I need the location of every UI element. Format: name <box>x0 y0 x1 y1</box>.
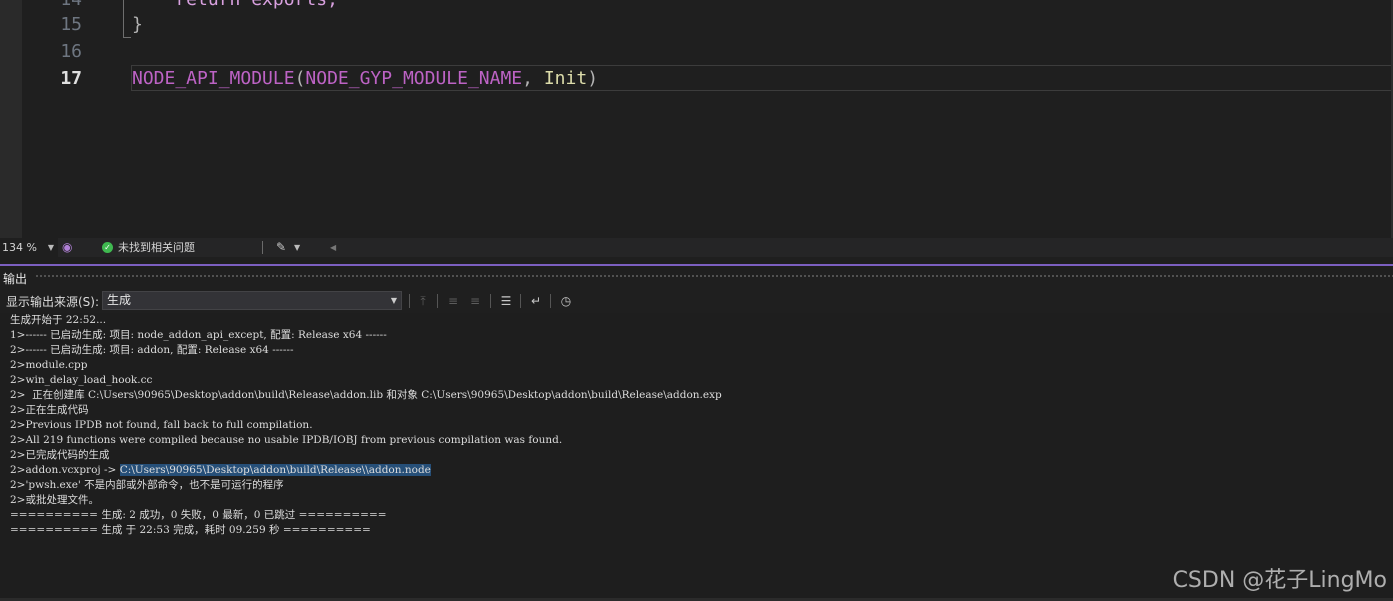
drag-grip[interactable] <box>35 274 1393 279</box>
selected-path[interactable]: C:\Users\90965\Desktop\addon\build\Relea… <box>119 464 431 476</box>
output-line: 生成开始于 22:52... <box>10 314 107 326</box>
output-line: 2>正在生成代码 <box>10 404 89 416</box>
output-line: 2>------ 已启动生成: 项目: addon, 配置: Release x… <box>10 344 294 356</box>
output-line: 2>已完成代码的生成 <box>10 449 110 461</box>
separator <box>550 294 551 308</box>
chevron-down-icon[interactable]: ▼ <box>294 238 300 257</box>
source-value: 生成 <box>107 293 132 307</box>
paren-open: ( <box>294 68 306 89</box>
comma: , <box>522 68 544 89</box>
line-number: 16 <box>60 41 82 62</box>
next-message-icon[interactable]: ≡ <box>466 292 484 310</box>
separator <box>490 294 491 308</box>
output-line: 2>addon.vcxproj -> C:\Users\90965\Deskto… <box>10 463 431 478</box>
output-line: 2>或批处理文件。 <box>10 494 99 506</box>
source-label: 显示输出来源(S): <box>6 295 100 309</box>
scroll-left-icon[interactable]: ◀ <box>330 238 336 257</box>
output-line: 2>module.cpp <box>10 359 88 371</box>
paren-close: ) <box>587 68 599 89</box>
output-line: 2>'pwsh.exe' 不是内部或外部命令，也不是可运行的程序 <box>10 479 284 491</box>
zoom-value: 134 % <box>2 241 37 254</box>
separator <box>262 241 263 254</box>
chevron-down-icon: ▼ <box>47 243 54 252</box>
check-circle-icon: ✓ <box>102 242 113 253</box>
find-message-icon[interactable]: ⤒ <box>414 292 432 310</box>
output-line: 2>win_delay_load_hook.cc <box>10 374 153 386</box>
issues-status[interactable]: 未找到相关问题 <box>118 238 195 257</box>
code-text: NODE_API_MODULE(NODE_GYP_MODULE_NAME, In… <box>132 65 598 92</box>
separator <box>409 294 410 308</box>
macro-arg: NODE_GYP_MODULE_NAME <box>305 68 523 89</box>
output-line: 2>All 219 functions were compiled becaus… <box>10 434 563 446</box>
code-editor[interactable]: 14 return exports; 15 } 16 17 NODE_API_M… <box>0 0 1393 238</box>
code-line-16[interactable]: 16 <box>0 38 1393 65</box>
output-source-select[interactable]: 生成 ▼ <box>102 291 402 310</box>
chevron-down-icon: ▼ <box>390 296 397 305</box>
word-wrap-icon[interactable]: ↵ <box>527 292 545 310</box>
separator <box>520 294 521 308</box>
editor-status-bar: 134 % ▼ ◉ ✓ 未找到相关问题 ✎ ▼ ◀ <box>0 238 1393 257</box>
line-number: 15 <box>60 14 82 35</box>
code-line-17[interactable]: 17 NODE_API_MODULE(NODE_GYP_MODULE_NAME,… <box>0 65 1393 92</box>
output-panel-header[interactable]: 输出 <box>0 266 1393 288</box>
output-toolbar: 显示输出来源(S): 生成 ▼ ⤒ ≡ ≡ ☰ ↵ ◷ <box>0 290 1393 312</box>
output-line: 1>------ 已启动生成: 项目: node_addon_api_excep… <box>10 329 387 341</box>
output-line: ========== 生成: 2 成功，0 失败，0 最新，0 已跳过 ====… <box>10 509 387 521</box>
brush-icon[interactable]: ✎ <box>276 238 286 257</box>
code-line-15[interactable]: 15 } <box>0 11 1393 38</box>
previous-message-icon[interactable]: ≡ <box>444 292 462 310</box>
clear-all-icon[interactable]: ☰ <box>497 292 515 310</box>
macro-name: NODE_API_MODULE <box>132 68 295 89</box>
output-line: 2>Previous IPDB not found, fall back to … <box>10 419 313 431</box>
output-line: 2> 正在创建库 C:\Users\90965\Desktop\addon\bu… <box>10 389 722 401</box>
separator <box>437 294 438 308</box>
function-arg: Init <box>543 68 588 89</box>
intellicode-icon[interactable]: ◉ <box>62 238 72 257</box>
watermark: CSDN @花子LingMo <box>1172 568 1387 593</box>
output-text-area[interactable]: 生成开始于 22:52... 1>------ 已启动生成: 项目: node_… <box>0 313 1393 601</box>
clock-icon[interactable]: ◷ <box>557 292 575 310</box>
code-text: } <box>132 14 143 35</box>
panel-title: 输出 <box>3 272 28 286</box>
zoom-dropdown[interactable]: 134 % ▼ <box>0 238 58 257</box>
line-number: 17 <box>60 68 82 89</box>
output-line-prefix: 2>addon.vcxproj -> <box>10 464 120 476</box>
output-line: ========== 生成 于 22:53 完成，耗时 09.259 秒 ===… <box>10 524 371 536</box>
